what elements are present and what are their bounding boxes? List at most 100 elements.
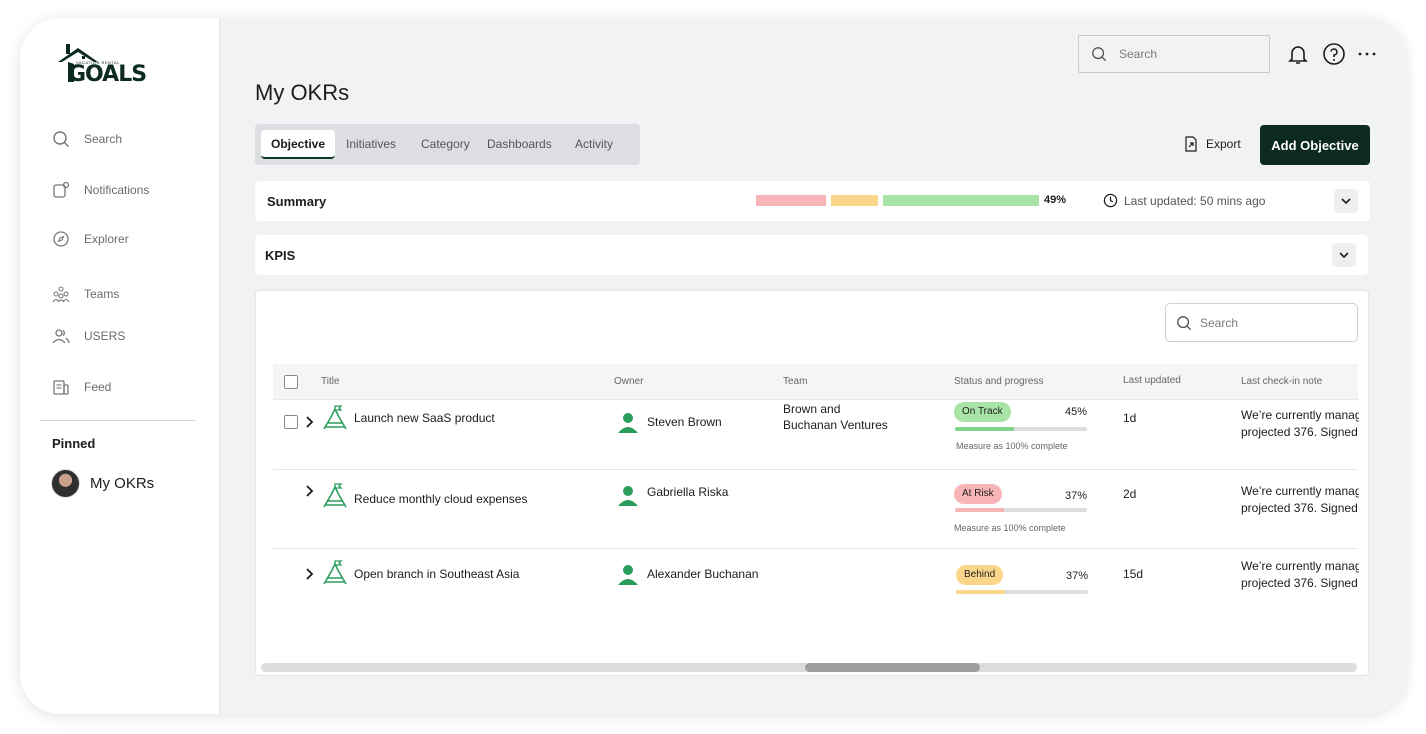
search-icon <box>1177 315 1192 330</box>
clock-icon <box>1103 193 1118 208</box>
sidebar-item-label: Feed <box>84 380 112 394</box>
kpis-panel: KPIS <box>255 235 1368 275</box>
progress-bar <box>956 590 1088 594</box>
summary-segment-behind <box>831 195 878 206</box>
sidebar-item-users[interactable]: USERS <box>52 327 125 345</box>
select-all-checkbox[interactable] <box>284 375 298 389</box>
summary-expand-button[interactable] <box>1334 189 1358 213</box>
tab-initiatives[interactable]: Initiatives <box>346 130 396 159</box>
add-objective-button[interactable]: Add Objective <box>1260 125 1370 165</box>
summary-percent: 49% <box>1044 194 1067 206</box>
progress-percent: 37% <box>1066 570 1089 582</box>
objective-title[interactable]: Reduce monthly cloud expenses <box>354 492 527 506</box>
sidebar-item-teams[interactable]: Teams <box>52 285 119 303</box>
okr-table-panel: Search Title Owner Team Status and progr… <box>255 290 1369 676</box>
more-icon[interactable] <box>1355 42 1379 66</box>
objective-title[interactable]: Open branch in Southeast Asia <box>354 567 519 581</box>
last-updated-value: 2d <box>1123 487 1137 501</box>
tab-category[interactable]: Category <box>421 130 470 159</box>
app-window: VACATION RENTAL GOALS Search Notificatio… <box>20 18 1406 714</box>
column-header-team[interactable]: Team <box>783 376 807 387</box>
table-search-input[interactable]: Search <box>1165 303 1358 342</box>
pinned-item-label: My OKRs <box>90 475 155 492</box>
pinned-item-my-okrs[interactable]: My OKRs <box>51 469 154 498</box>
progress-percent: 37% <box>1065 490 1088 502</box>
table-row[interactable]: Reduce monthly cloud expenses Gabriella … <box>273 470 1359 549</box>
progress-bar <box>955 508 1087 512</box>
notification-icon <box>53 181 70 198</box>
table-row[interactable]: Launch new SaaS product Steven Brown Bro… <box>273 400 1359 470</box>
measure-note: Measure as 100% complete <box>956 441 1068 451</box>
feed-icon <box>53 380 69 395</box>
progress-bar-fill <box>955 508 1004 512</box>
tab-dashboards[interactable]: Dashboards <box>487 130 552 159</box>
top-search-input[interactable]: Search <box>1078 35 1270 73</box>
column-header-last-note[interactable]: Last check-in note <box>1241 376 1322 387</box>
owner-cell: Gabriella Riska <box>617 484 728 506</box>
table-search-placeholder: Search <box>1200 315 1239 330</box>
kpis-expand-button[interactable] <box>1332 243 1356 267</box>
user-avatar-icon <box>618 565 638 585</box>
status-badge: On Track <box>954 402 1011 422</box>
avatar <box>51 469 80 498</box>
chevron-down-icon <box>1339 252 1349 259</box>
user-avatar-icon <box>618 413 638 433</box>
sidebar-item-feed[interactable]: Feed <box>52 378 111 396</box>
bell-icon[interactable] <box>1286 42 1310 66</box>
progress-bar-fill <box>956 590 1005 594</box>
sidebar-item-explorer[interactable]: Explorer <box>52 230 129 248</box>
help-icon[interactable] <box>1322 42 1346 66</box>
owner-name: Steven Brown <box>647 415 722 429</box>
users-icon <box>52 329 70 344</box>
status-badge: At Risk <box>954 484 1002 504</box>
tab-bar: Objective Initiatives Category Dashboard… <box>255 124 640 165</box>
summary-last-updated: Last updated: 50 mins ago <box>1103 193 1265 208</box>
summary-segment-risk <box>756 195 826 206</box>
top-search-placeholder: Search <box>1119 47 1158 61</box>
status-badge: Behind <box>956 565 1004 585</box>
summary-title: Summary <box>267 194 327 209</box>
summary-segment-on-track <box>883 195 1039 206</box>
compass-icon <box>53 231 69 247</box>
column-header-status[interactable]: Status and progress <box>954 376 1044 387</box>
owner-cell: Alexander Buchanan <box>617 563 758 585</box>
search-icon <box>53 131 69 147</box>
column-header-title[interactable]: Title <box>321 376 340 387</box>
chevron-right-icon[interactable] <box>305 416 315 428</box>
brand-logo[interactable]: VACATION RENTAL GOALS <box>54 42 147 90</box>
table-header: Title Owner Team Status and progress Las… <box>273 364 1358 400</box>
horizontal-scrollbar[interactable] <box>261 663 1357 672</box>
export-button[interactable]: Export <box>1184 136 1241 152</box>
sidebar: VACATION RENTAL GOALS Search Notificatio… <box>20 18 220 714</box>
sidebar-item-search[interactable]: Search <box>52 130 122 148</box>
objective-flag-icon <box>323 560 347 585</box>
pinned-heading: Pinned <box>52 436 96 451</box>
chevron-right-icon[interactable] <box>305 485 315 497</box>
check-in-note: We’re currently managing <box>1241 408 1359 422</box>
sidebar-item-notifications[interactable]: Notifications <box>52 181 149 199</box>
sidebar-item-label: USERS <box>84 329 126 343</box>
check-in-note: projected 376. Signed <box>1241 576 1358 590</box>
row-checkbox[interactable] <box>284 415 298 429</box>
brand-name: GOALS <box>68 62 147 87</box>
scrollbar-thumb[interactable] <box>805 663 980 672</box>
progress-bar <box>955 427 1087 431</box>
sidebar-item-label: Notifications <box>84 183 150 197</box>
table-row[interactable]: Open branch in Southeast Asia Alexander … <box>273 549 1359 619</box>
sidebar-item-label: Explorer <box>84 232 129 246</box>
owner-name: Gabriella Riska <box>647 485 729 499</box>
column-header-last-updated[interactable]: Last updated <box>1123 375 1181 386</box>
sidebar-divider <box>40 420 196 421</box>
last-updated-text: Last updated: 50 mins ago <box>1124 193 1266 208</box>
chevron-right-icon[interactable] <box>305 568 315 580</box>
export-file-icon <box>1185 136 1197 152</box>
last-updated-value: 1d <box>1123 411 1137 425</box>
page-title: My OKRs <box>255 80 350 105</box>
column-header-owner[interactable]: Owner <box>614 376 643 387</box>
team-name-line: Buchanan Ventures <box>783 418 888 432</box>
measure-note: Measure as 100% complete <box>954 523 1066 533</box>
objective-title[interactable]: Launch new SaaS product <box>354 411 495 425</box>
last-updated-value: 15d <box>1123 567 1144 581</box>
tab-objective[interactable]: Objective <box>261 130 336 159</box>
tab-activity[interactable]: Activity <box>575 130 613 159</box>
